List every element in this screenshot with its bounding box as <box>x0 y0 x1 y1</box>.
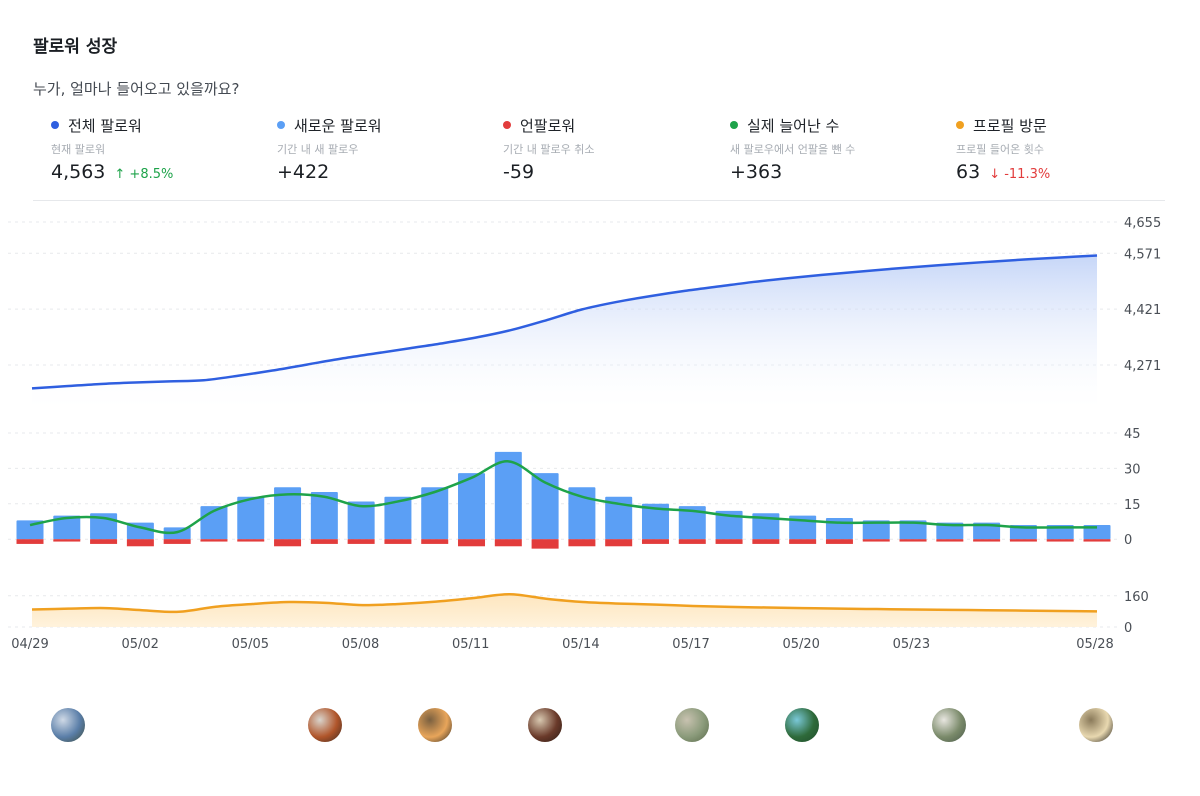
profile-visits-area <box>31 592 1098 627</box>
stat-label: 프로필 방문 <box>973 116 1047 135</box>
unfollower-bar <box>163 539 191 544</box>
x-tick-label: 05/08 <box>342 637 379 652</box>
stat-profile-visits[interactable]: 프로필 방문 프로필 들어온 횟수 63 ↓ -11.3% <box>938 112 1050 183</box>
new-follower-bar <box>237 496 265 540</box>
series-dot-icon <box>277 121 285 129</box>
city-building-photo[interactable] <box>308 708 343 742</box>
y-tick-label: 4,421 <box>1124 303 1161 318</box>
x-axis-ticks: 04/29 05/02 05/05 05/08 05/11 05/14 05/17 05/20… <box>11 637 1113 652</box>
stat-value: 63 <box>956 161 981 183</box>
card-title: 팔로워 성장 <box>33 37 118 57</box>
unfollower-bar <box>347 539 375 544</box>
series-dot-icon <box>730 121 738 129</box>
unfollower-bar <box>1046 539 1074 542</box>
net-growth-path <box>29 460 1097 535</box>
y-tick-label: 4,655 <box>1124 216 1161 231</box>
stat-desc: 새 팔로우에서 언팔을 뺀 수 <box>730 143 856 156</box>
y-tick-label: 15 <box>1124 498 1141 513</box>
mountain-lake-photo[interactable] <box>51 708 85 742</box>
stat-value: +422 <box>277 161 330 183</box>
follower-chart[interactable]: 4,655 4,571 4,421 4,271 45 30 15 0 160 0 04/29 05/… <box>0 200 1200 660</box>
unfollower-bar <box>237 539 265 542</box>
x-tick-label: 05/28 <box>1076 637 1113 652</box>
x-tick-label: 05/17 <box>672 637 709 652</box>
x-tick-label: 05/02 <box>121 637 158 652</box>
unfollower-bar <box>274 539 302 547</box>
stat-total-followers[interactable]: 전체 팔로워 현재 팔로워 4,563 ↑ +8.5% <box>33 112 173 183</box>
stat-unfollowers[interactable]: 언팔로워 기간 내 팔로우 취소 -59 <box>485 112 594 183</box>
stat-desc: 기간 내 새 팔로우 <box>277 143 359 156</box>
stat-value: 4,563 <box>51 161 106 183</box>
y-tick-label: 30 <box>1124 462 1141 477</box>
unfollower-bar <box>1083 539 1111 542</box>
unfollower-bar <box>973 539 1001 542</box>
x-tick-label: 04/29 <box>11 637 48 652</box>
series-dot-icon <box>956 121 964 129</box>
unfollower-bar <box>789 539 817 544</box>
unfollower-bar <box>641 539 669 544</box>
unfollower-bar <box>126 539 154 547</box>
stat-desc: 프로필 들어온 횟수 <box>956 143 1044 156</box>
stat-net-growth[interactable]: 실제 늘어난 수 새 팔로우에서 언팔을 뺀 수 +363 <box>712 112 855 183</box>
stats-row: 전체 팔로워 현재 팔로워 4,563 ↑ +8.5% 새로운 팔로워 기간 내 … <box>33 112 1165 201</box>
unfollower-bar <box>494 539 522 547</box>
unfollower-bar <box>531 539 559 549</box>
series-dot-icon <box>51 121 59 129</box>
total-followers-fill <box>32 255 1097 410</box>
unfollower-bar <box>899 539 927 542</box>
stat-desc: 기간 내 팔로우 취소 <box>503 143 595 156</box>
unfollower-bar <box>752 539 780 544</box>
stat-label: 실제 늘어난 수 <box>747 116 840 135</box>
unfollower-bar <box>678 539 706 544</box>
net-growth-line <box>29 460 1097 535</box>
x-tick-label: 05/23 <box>893 637 930 652</box>
night-light-photo[interactable] <box>1079 708 1114 742</box>
stat-value: +363 <box>730 161 783 183</box>
unfollower-bar <box>936 539 964 542</box>
unfollower-bar <box>715 539 743 544</box>
y-tick-label: 0 <box>1124 533 1132 548</box>
aerial-terrain-photo[interactable] <box>675 708 710 742</box>
stat-label: 언팔로워 <box>520 116 576 135</box>
food-table-photo[interactable] <box>528 708 563 742</box>
y-tick-label: 4,271 <box>1124 359 1161 374</box>
y-tick-label: 0 <box>1124 621 1132 636</box>
unfollower-bar <box>568 539 596 547</box>
x-tick-label: 05/05 <box>232 637 269 652</box>
x-tick-label: 05/14 <box>562 637 599 652</box>
unfollower-bar <box>310 539 338 544</box>
y-tick-label: 45 <box>1124 427 1141 442</box>
unfollower-bar <box>16 539 44 544</box>
y-tick-label: 4,571 <box>1124 247 1161 262</box>
unfollower-bar <box>200 539 228 542</box>
unfollower-bar <box>421 539 449 544</box>
daily-bars <box>16 451 1111 549</box>
stat-label: 새로운 팔로워 <box>294 116 382 135</box>
street-scene-photo[interactable] <box>932 708 967 742</box>
stat-value: -59 <box>503 161 535 183</box>
total-followers-area <box>31 254 1098 410</box>
stat-change-down: ↓ -11.3% <box>989 167 1051 182</box>
unfollower-bar <box>862 539 890 542</box>
unfollower-bar <box>384 539 412 544</box>
y-axis-ticks: 4,655 4,571 4,421 4,271 45 30 15 0 160 0 <box>1124 216 1161 636</box>
stat-change-up: ↑ +8.5% <box>114 167 174 182</box>
sunset-field-photo[interactable] <box>418 708 453 742</box>
stat-label: 전체 팔로워 <box>68 116 142 135</box>
stat-new-followers[interactable]: 새로운 팔로워 기간 내 새 팔로우 +422 <box>259 112 382 183</box>
series-dot-icon <box>503 121 511 129</box>
y-tick-label: 160 <box>1124 590 1149 605</box>
unfollower-bar <box>90 539 118 544</box>
x-tick-label: 05/20 <box>782 637 819 652</box>
stat-desc: 현재 팔로워 <box>51 143 106 156</box>
aerial-coast-photo[interactable] <box>785 708 820 742</box>
card-subtitle: 누가, 얼마나 들어오고 있을까요? <box>33 80 240 98</box>
unfollower-bar <box>1009 539 1037 542</box>
unfollower-bar <box>53 539 81 542</box>
unfollower-bar <box>458 539 486 547</box>
x-tick-label: 05/11 <box>452 637 489 652</box>
follower-growth-card: 팔로워 성장 누가, 얼마나 들어오고 있을까요? 전체 팔로워 현재 팔로워 … <box>0 0 1200 796</box>
unfollower-bar <box>605 539 633 547</box>
unfollower-bar <box>825 539 853 544</box>
